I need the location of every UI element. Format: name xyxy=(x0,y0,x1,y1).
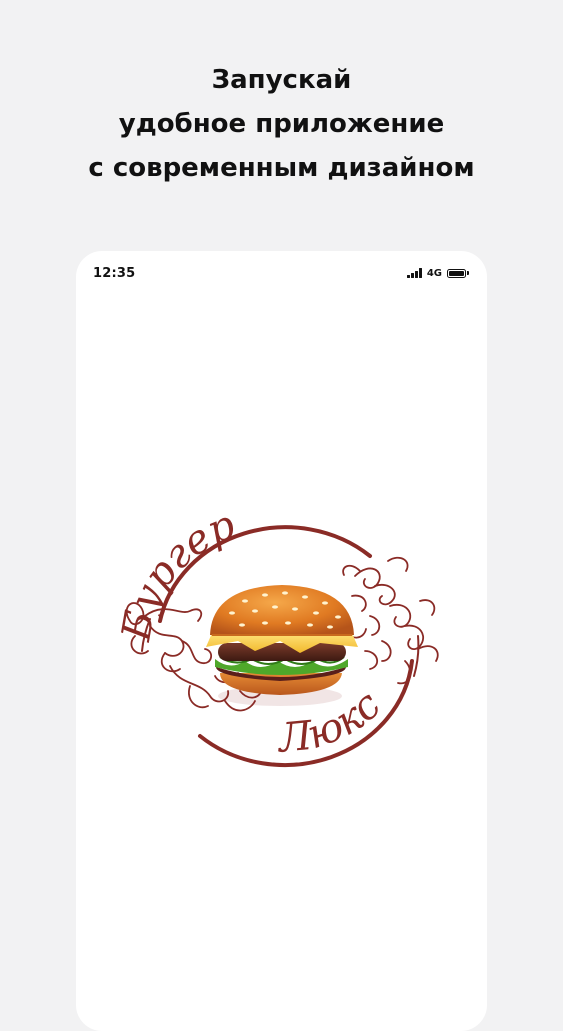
phone-screen: 12:35 4G ургер Люкс xyxy=(76,251,487,1031)
burger-illustration xyxy=(206,585,358,706)
status-indicators: 4G xyxy=(407,266,469,280)
battery-icon xyxy=(447,268,469,278)
burger-lux-logo: Бургер Люкс xyxy=(120,502,439,768)
headline-line-3: с современным дизайном xyxy=(88,153,475,183)
signal-icon xyxy=(407,268,422,278)
promo-headline: Запускай удобное приложение с современны… xyxy=(0,58,563,190)
headline-line-2: удобное приложение xyxy=(118,109,445,139)
headline-line-1: Запускай xyxy=(211,65,352,95)
status-time: 12:35 xyxy=(93,266,136,281)
network-type: 4G xyxy=(426,267,442,279)
status-bar: 12:35 4G xyxy=(76,251,487,299)
